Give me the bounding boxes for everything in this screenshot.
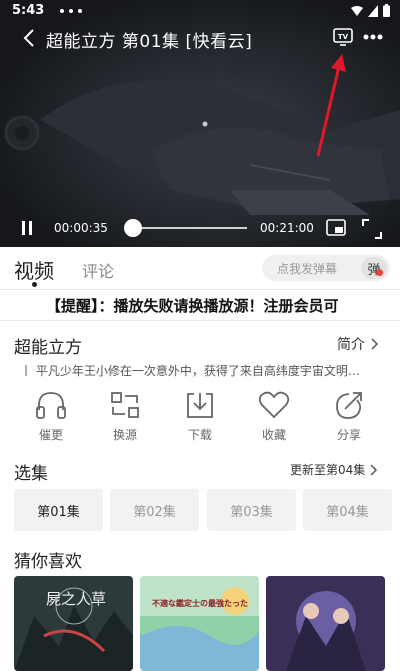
poster-image: 不適な鑑定士の最強たった	[140, 576, 259, 671]
red-dot-badge	[376, 269, 383, 276]
action-row: 催更 换源 下载 收藏 分享	[0, 390, 400, 450]
episode-item[interactable]: 第03集	[207, 489, 296, 531]
player-top-bar: 超能立方 第01集 [快看云] TV	[0, 22, 400, 56]
back-button[interactable]	[16, 24, 42, 52]
current-time: 00:00:35	[54, 221, 108, 235]
active-tab-indicator	[32, 282, 37, 287]
battery-icon	[383, 4, 390, 17]
switch-source-icon	[111, 392, 139, 418]
player-title: 超能立方 第01集 [快看云]	[46, 32, 253, 52]
tab-video[interactable]: 视频	[14, 255, 54, 284]
picture-in-picture-icon[interactable]	[326, 219, 346, 237]
tv-label: TV	[338, 33, 349, 41]
notice-text: 【提醒】：播放失败请换播放源！注册会员可	[46, 297, 339, 315]
share-button[interactable]: 分享	[309, 390, 389, 443]
episodes-update-link[interactable]: 更新至第04集	[290, 461, 378, 478]
content-tabs: 视频 评论 点我发弹幕 弹	[0, 247, 400, 289]
poster-image	[266, 576, 385, 671]
pause-icon[interactable]	[19, 220, 35, 236]
poster-image: 屍之人草	[14, 576, 133, 671]
notification-indicators	[60, 9, 82, 13]
action-label: 换源	[112, 428, 137, 442]
heart-icon	[258, 391, 290, 419]
episode-item[interactable]: 第02集	[110, 489, 199, 531]
recommend-poster[interactable]	[266, 576, 385, 671]
chevron-right-icon	[370, 463, 378, 476]
recommend-poster[interactable]: 屍之人草	[14, 576, 133, 671]
poster-title: 不適な鑑定士の最強たった	[152, 598, 248, 608]
update-text: 更新至第04集	[290, 463, 366, 477]
episode-item[interactable]: 第01集	[14, 489, 103, 531]
episodes-heading: 选集	[14, 464, 48, 484]
show-title: 超能立方	[14, 338, 82, 358]
headphones-icon	[36, 392, 66, 419]
download-button[interactable]: 下载	[160, 390, 240, 443]
duration: 00:21:00	[260, 221, 314, 235]
intro-label: 简介	[337, 337, 365, 353]
tab-comments[interactable]: 评论	[82, 258, 114, 282]
chevron-left-icon	[23, 29, 34, 47]
signal-icon	[368, 4, 378, 17]
annotation-arrow	[316, 54, 346, 157]
show-description: 丨 平凡少年王小修在一次意外中，获得了来自高纬度宇宙文明…	[20, 362, 388, 379]
favorite-button[interactable]: 收藏	[234, 390, 314, 443]
recommend-heading: 猜你喜欢	[14, 552, 82, 572]
tv-cast-icon[interactable]: TV	[333, 28, 353, 46]
episode-item[interactable]: 第04集	[303, 489, 392, 531]
fullscreen-icon[interactable]	[362, 219, 382, 239]
action-label: 收藏	[261, 428, 286, 442]
player-controls: 00:00:35 00:21:00	[0, 210, 400, 246]
poster-title: 屍之人草	[46, 590, 106, 608]
status-bar: 5:43	[0, 0, 400, 22]
switch-source-button[interactable]: 换源	[85, 390, 165, 443]
status-icons	[351, 4, 390, 17]
notice-marquee: 【提醒】：播放失败请换播放源！注册会员可	[0, 289, 400, 321]
description-text: 平凡少年王小修在一次意外中，获得了来自高纬度宇宙文明…	[35, 364, 360, 378]
action-label: 下载	[187, 428, 212, 442]
share-icon	[336, 392, 362, 419]
download-icon	[187, 393, 213, 418]
recommend-poster[interactable]: 不適な鑑定士の最強たった	[140, 576, 259, 671]
chevron-right-icon	[371, 338, 379, 350]
progress-track[interactable]	[130, 227, 247, 229]
urge-update-button[interactable]: 催更	[11, 390, 91, 443]
description-bar: 丨	[20, 364, 36, 378]
wifi-icon	[351, 5, 363, 16]
progress-knob[interactable]	[124, 219, 143, 237]
danmu-toggle-button[interactable]: 弹	[361, 257, 387, 279]
video-player[interactable]: 5:43 超能立方 第01集 [快看云] TV 00:00:35 00:21:0…	[0, 0, 400, 247]
action-label: 分享	[336, 428, 361, 442]
status-time: 5:43	[12, 3, 45, 18]
action-label: 催更	[38, 428, 63, 442]
danmu-input[interactable]: 点我发弹幕 弹	[262, 255, 390, 281]
intro-link[interactable]: 简介	[337, 334, 379, 354]
danmu-placeholder: 点我发弹幕	[277, 262, 338, 276]
more-options-icon[interactable]	[362, 26, 384, 48]
